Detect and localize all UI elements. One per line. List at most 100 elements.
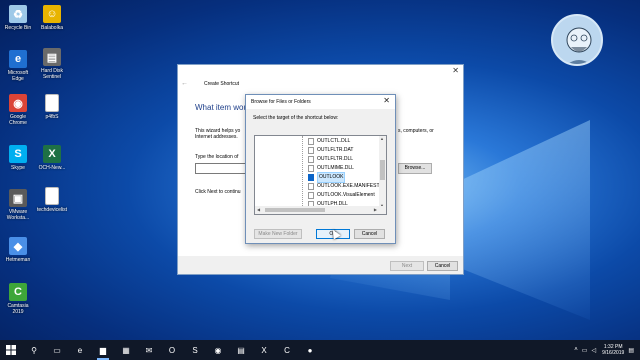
file-icon — [308, 165, 314, 172]
skype-icon: S — [9, 145, 27, 163]
click-next-text: Click Next to continu — [195, 189, 241, 195]
recorder-icon[interactable]: ● — [303, 343, 317, 357]
dialog-prompt: Select the target of the shortcut below: — [253, 115, 339, 121]
system-tray: ˄ ▭ ◁ 1:32 PM 9/16/2019 ▤ — [570, 340, 634, 360]
scroll-thumb[interactable] — [380, 160, 385, 180]
tree-item[interactable]: OUTLFLTR.DAT — [308, 146, 353, 155]
edge-icon: e — [9, 50, 27, 68]
desktop-icon-label: Hard Disk Sentinel — [41, 68, 63, 80]
file-icon — [308, 138, 314, 145]
chevron-up-icon[interactable]: ˄ — [574, 347, 578, 353]
search-icon[interactable]: ⚲ — [27, 343, 41, 357]
chrome-icon: ◉ — [9, 94, 27, 112]
desktop-icon[interactable]: ☺ Balabolka — [35, 5, 69, 31]
vertical-scrollbar[interactable]: ▲ ▼ — [379, 136, 386, 208]
tree-item[interactable]: OUTLCTL.DLL — [308, 137, 350, 146]
desktop-icon-label: techdevicelist — [36, 207, 67, 213]
tree-guide-line — [302, 136, 303, 214]
mail-icon[interactable]: ✉ — [142, 343, 156, 357]
desktop-icon-label: Microsoft Edge — [7, 70, 29, 82]
tree-item[interactable]: OUTLOOK.VisualElement — [308, 191, 375, 200]
scroll-thumb[interactable] — [265, 208, 325, 212]
app-icon: ◆ — [9, 237, 27, 255]
desktop-icon-label: VMware Worksta... — [6, 209, 30, 221]
desktop-icon-label: Skype — [11, 165, 25, 171]
file-explorer-icon[interactable]: ▆ — [96, 343, 110, 360]
scroll-right-icon[interactable]: ▶ — [374, 207, 377, 212]
file-icon — [308, 192, 314, 199]
browse-button[interactable]: Browse... — [398, 163, 432, 174]
desktop-icon[interactable]: p4fbS — [35, 94, 69, 120]
hard-disk-sentinel-icon: ▤ — [43, 48, 61, 66]
cancel-button[interactable]: Cancel — [354, 229, 385, 239]
file-icon — [308, 156, 314, 163]
camtasia-icon: C — [9, 283, 27, 301]
wizard-intro-continued: s, computers, or — [398, 128, 434, 134]
volume-icon[interactable]: ◁ — [591, 347, 596, 354]
desktop-icon-label: Google Chrome — [9, 114, 27, 126]
dialog-title: Browse for Files or Folders — [251, 99, 311, 105]
close-icon[interactable]: ✕ — [452, 66, 459, 75]
make-new-folder-button[interactable]: Make New Folder — [254, 229, 302, 239]
scroll-up-icon[interactable]: ▲ — [380, 136, 384, 141]
tree-item-label: OUTLOOK.VisualElement — [317, 192, 375, 198]
desktop-icon[interactable]: e Microsoft Edge — [1, 50, 35, 82]
scroll-left-icon[interactable]: ◀ — [257, 207, 260, 212]
desktop-icon-label: Hetmeman — [5, 257, 31, 263]
document-icon — [45, 187, 59, 205]
horizontal-scrollbar[interactable]: ◀ ▶ — [255, 206, 386, 214]
window-title: Create Shortcut — [204, 81, 240, 87]
tree-item[interactable]: OUTLOOK.EXE.MANIFEST — [308, 182, 380, 191]
desktop-icon[interactable]: ◉ Google Chrome — [1, 94, 35, 126]
desktop-icon-label: Recycle Bin — [4, 25, 32, 31]
tree-item-label: OUTLFLTR.DAT — [317, 147, 354, 153]
close-icon[interactable]: ✕ — [383, 96, 390, 105]
clock-date: 9/16/2019 — [602, 350, 625, 356]
cancel-button[interactable]: Cancel — [427, 261, 458, 271]
taskbar: ⚲ ▭ e ▆ ▦ ✉ O S ◉ ▤ X C ● ˄ ▭ ◁ 1:32 PM 9/16/2019 ▤ — [0, 340, 640, 360]
desktop-icon[interactable]: techdevicelist — [35, 187, 69, 213]
file-tree[interactable]: OUTLCTL.DLL OUTLFLTR.DAT OUTLFLTR.DLL OUTLM… — [254, 135, 387, 215]
document-icon — [45, 94, 59, 112]
desktop-icon[interactable]: ▤ Hard Disk Sentinel — [35, 48, 69, 80]
camtasia-icon[interactable]: C — [280, 343, 294, 357]
excel-icon[interactable]: X — [257, 343, 271, 357]
clock[interactable]: 1:32 PM 9/16/2019 — [602, 344, 624, 356]
vmware-icon: ▣ — [9, 189, 27, 207]
notifications-icon[interactable]: ▤ — [628, 347, 634, 354]
tree-item-label: OUTLCTL.DLL — [317, 138, 351, 144]
location-label: Type the location of — [195, 154, 239, 160]
file-icon — [308, 183, 314, 190]
avatar — [551, 14, 603, 66]
desktop-icon-label: p4fbS — [45, 114, 59, 120]
desktop-icon-label: Camtasia 2019 — [7, 303, 29, 315]
desktop-icon[interactable]: C Camtasia 2019 — [1, 283, 35, 315]
recycle-bin-icon: ♻ — [9, 5, 27, 23]
desktop-icon-label: Balabolka — [41, 25, 63, 31]
desktop-icon[interactable]: S Skype — [1, 145, 35, 171]
chrome-icon[interactable]: ◉ — [211, 343, 225, 357]
desktop-icon[interactable]: X OCH-New... — [35, 145, 69, 171]
app-icon[interactable]: ▤ — [234, 343, 248, 357]
outlook-icon[interactable]: O — [165, 343, 179, 357]
file-icon — [308, 147, 314, 154]
network-icon[interactable]: ▭ — [582, 347, 588, 354]
excel-icon: X — [43, 145, 61, 163]
store-icon[interactable]: ▦ — [119, 343, 133, 357]
tree-item[interactable]: OUTLFLTR.DLL — [308, 155, 353, 164]
next-button[interactable]: Next — [390, 261, 424, 271]
desktop-icon-label: OCH-New... — [38, 165, 66, 171]
desktop-icon[interactable]: ◆ Hetmeman — [1, 237, 35, 263]
back-arrow-icon[interactable]: ← — [181, 80, 188, 87]
browse-dialog: Browse for Files or Folders ✕ Select the… — [245, 94, 396, 244]
tree-item[interactable]: OUTLOOK — [308, 172, 346, 183]
wizard-heading: What item wou — [195, 103, 248, 112]
edge-icon[interactable]: e — [73, 343, 87, 357]
dialog-titlebar: Browse for Files or Folders ✕ — [246, 95, 395, 109]
desktop-icon[interactable]: ♻ Recycle Bin — [1, 5, 35, 31]
skype-icon[interactable]: S — [188, 343, 202, 357]
desktop-icon[interactable]: ▣ VMware Worksta... — [1, 189, 35, 221]
tree-item-label: OUTLOOK.EXE.MANIFEST — [317, 183, 380, 189]
task-view-icon[interactable]: ▭ — [50, 343, 64, 357]
windows-start-icon[interactable] — [4, 343, 18, 357]
